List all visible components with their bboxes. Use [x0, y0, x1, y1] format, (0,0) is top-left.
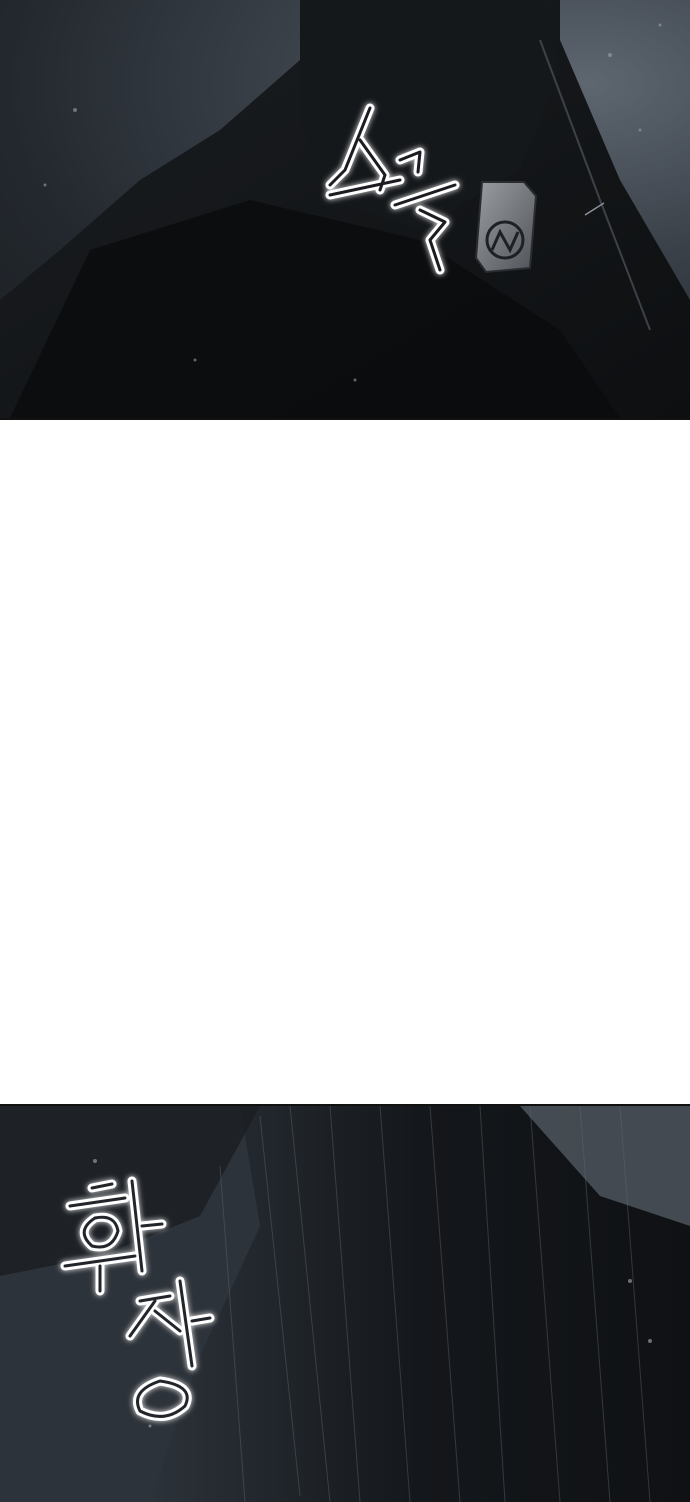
comic-panel-top: 스윽 — [0, 0, 690, 420]
panel-bottom-art — [0, 1106, 690, 1502]
comic-panel-bottom: 휘청 — [0, 1104, 690, 1502]
panel-top-art — [0, 0, 690, 418]
panel-gutter — [0, 420, 690, 1104]
